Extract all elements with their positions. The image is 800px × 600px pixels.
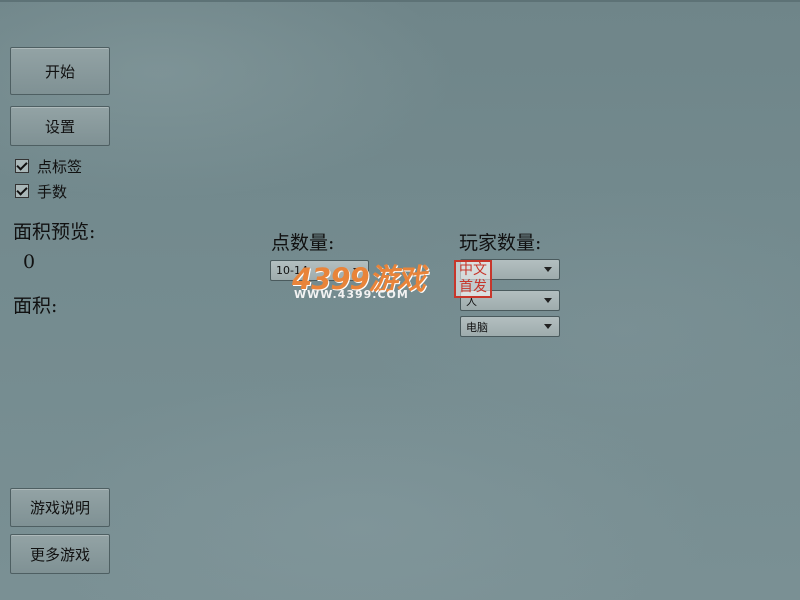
point-labels-checkbox[interactable] — [15, 159, 29, 173]
player2-type-value: 电脑 — [466, 320, 488, 334]
area-label: 面积: — [13, 295, 58, 317]
move-count-option[interactable]: 手数 — [15, 181, 67, 201]
watermark-url: WWW.4399.COM — [294, 288, 409, 301]
point-count-select[interactable]: 10-14 — [270, 260, 369, 281]
top-border — [0, 0, 800, 2]
chevron-down-icon — [544, 298, 552, 303]
settings-button[interactable]: 设置 — [10, 106, 110, 146]
point-count-label: 点数量: — [271, 232, 335, 254]
chevron-down-icon — [544, 324, 552, 329]
move-count-label: 手数 — [37, 182, 68, 201]
player-count-select[interactable] — [460, 259, 560, 280]
player-count-label: 玩家数量: — [459, 232, 542, 254]
point-labels-option[interactable]: 点标签 — [15, 156, 82, 176]
area-preview-label: 面积预览: — [13, 221, 96, 243]
point-labels-label: 点标签 — [37, 157, 83, 176]
start-button[interactable]: 开始 — [10, 47, 110, 95]
chevron-down-icon — [353, 268, 361, 273]
player2-type-select[interactable]: 电脑 — [460, 316, 560, 337]
point-count-value: 10-14 — [276, 264, 308, 277]
move-count-checkbox[interactable] — [15, 184, 29, 198]
area-preview-value: 0 — [23, 251, 36, 273]
chevron-down-icon — [544, 267, 552, 272]
instructions-button[interactable]: 游戏说明 — [10, 488, 110, 527]
player1-type-value: 人 — [466, 294, 477, 308]
player1-type-select[interactable]: 人 — [460, 290, 560, 311]
more-games-button[interactable]: 更多游戏 — [10, 534, 110, 574]
